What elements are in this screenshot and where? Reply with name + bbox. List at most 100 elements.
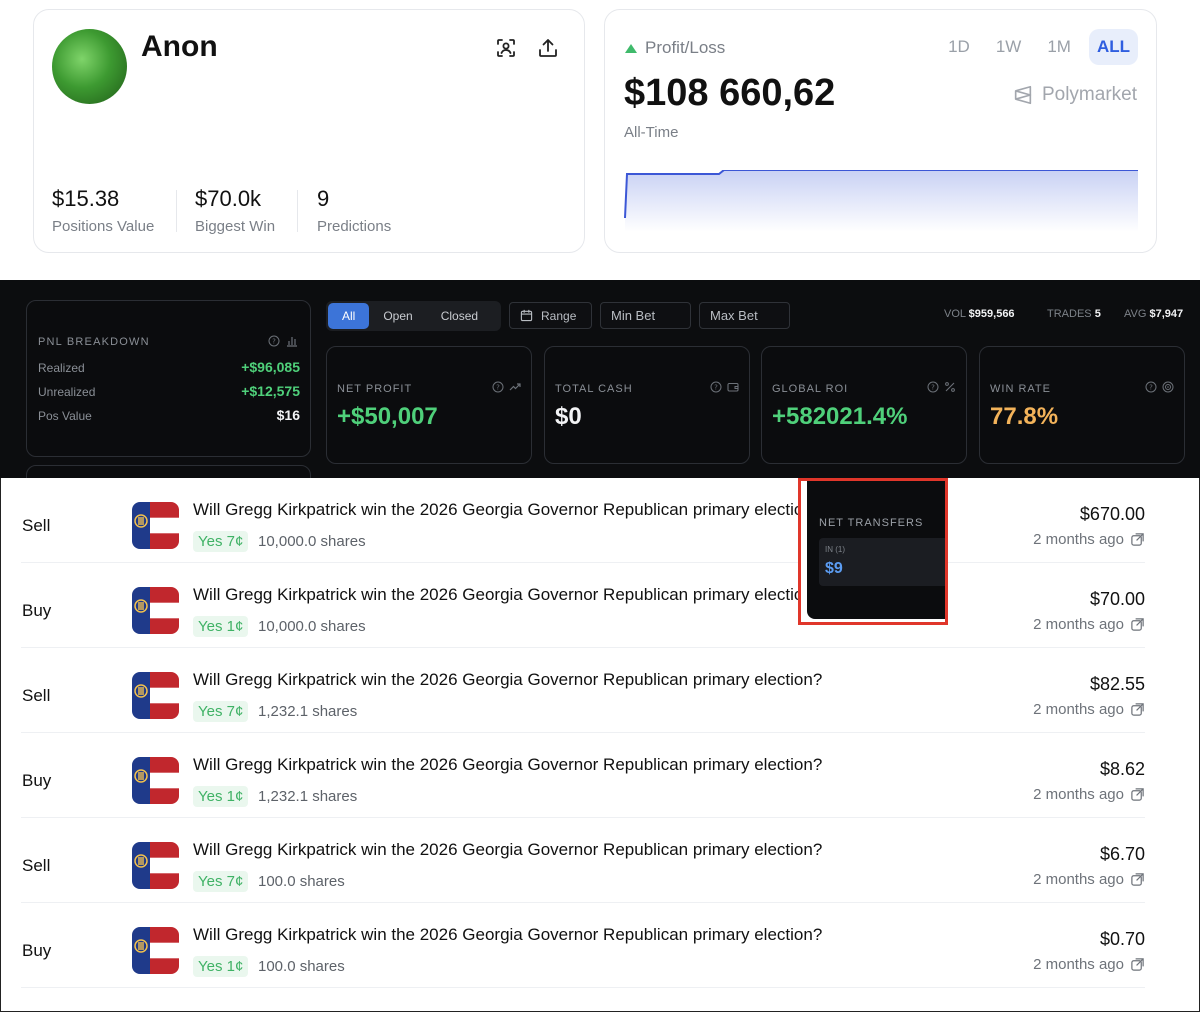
calendar-icon (520, 309, 533, 322)
scan-icon[interactable] (494, 36, 518, 60)
polymarket-logo-icon (1014, 85, 1032, 105)
stat-predictions: 9 Predictions (317, 186, 391, 235)
metric-global-roi: GLOBAL ROI ? +582021.4% (761, 346, 967, 464)
filter-closed-button[interactable]: Closed (427, 303, 492, 329)
trade-amount: $0.70 (1099, 929, 1145, 949)
brand-label: Polymarket (1041, 84, 1137, 105)
transfers-in-label: IN (1) (825, 545, 845, 554)
outcome-badge: Yes 1¢ (193, 956, 249, 977)
range-button[interactable]: Range (509, 302, 592, 329)
range-label: Range (541, 308, 577, 323)
net-transfers-in: IN (1) $9 (819, 538, 945, 586)
row-value: +$96,085 (241, 359, 300, 375)
metric-net-profit: NET PROFIT ? +$50,007 (326, 346, 532, 464)
trade-time: 2 months ago (1033, 616, 1145, 633)
outcome-badge: Yes 7¢ (193, 701, 249, 722)
max-bet-input[interactable]: Max Bet (699, 302, 790, 329)
filter-all-button[interactable]: All (328, 303, 370, 329)
metric-total-cash: TOTAL CASH ? $0 (544, 346, 750, 464)
dashboard-panel: PNL BREAKDOWN ? Realized +$96,085 Unreal… (0, 280, 1200, 478)
sparkline-area (625, 170, 1138, 232)
metric-icons: ? (927, 381, 956, 393)
pnl-value: $108 660,62 (624, 72, 836, 114)
time-label: 2 months ago (1033, 786, 1124, 803)
external-link-icon[interactable] (1130, 787, 1145, 802)
avatar (52, 29, 127, 104)
trades-label: TRADES (1047, 308, 1092, 320)
time-label: 2 months ago (1033, 701, 1124, 718)
market-question-link[interactable]: Will Gregg Kirkpatrick win the 2026 Geor… (193, 500, 822, 520)
avg-value: $7,947 (1149, 308, 1184, 320)
trade-side: Sell (22, 516, 51, 535)
external-link-icon[interactable] (1130, 702, 1145, 717)
row-label: Realized (38, 361, 85, 375)
tab-1w[interactable]: 1W (988, 29, 1030, 65)
row-label: Unrealized (38, 385, 96, 399)
tab-all[interactable]: ALL (1088, 29, 1138, 65)
market-question-link[interactable]: Will Gregg Kirkpatrick win the 2026 Geor… (193, 585, 822, 605)
range-tabs: 1D 1W 1M ALL (940, 29, 1138, 65)
bar-chart-icon[interactable] (286, 335, 298, 347)
help-icon[interactable]: ? (1145, 381, 1157, 393)
trade-shares: 10,000.0 shares (258, 618, 366, 635)
metric-win-rate: WIN RATE ? 77.8% (979, 346, 1185, 464)
help-icon[interactable]: ? (710, 381, 722, 393)
min-bet-input[interactable]: Min Bet (600, 302, 691, 329)
metric-title: NET PROFIT (337, 383, 413, 395)
trade-side: Buy (22, 941, 52, 960)
trade-time: 2 months ago (1033, 786, 1145, 803)
trade-shares: 10,000.0 shares (258, 533, 366, 550)
help-icon[interactable]: ? (492, 381, 504, 393)
market-question-link[interactable]: Will Gregg Kirkpatrick win the 2026 Geor… (193, 755, 822, 775)
trade-side: Sell (22, 686, 51, 705)
external-link-icon[interactable] (1130, 872, 1145, 887)
breakdown-title: PNL BREAKDOWN (38, 336, 150, 348)
trade-side: Sell (22, 856, 51, 875)
avg-label: AVG (1124, 308, 1147, 320)
trade-row[interactable]: Sell Will Gregg Kirkpatrick win the 2026… (1, 648, 1199, 733)
outcome-badge: Yes 7¢ (193, 531, 249, 552)
trade-row[interactable]: Buy Will Gregg Kirkpatrick win the 2026 … (1, 903, 1199, 988)
help-icon[interactable]: ? (268, 335, 280, 347)
time-label: 2 months ago (1033, 616, 1124, 633)
market-question-link[interactable]: Will Gregg Kirkpatrick win the 2026 Geor… (193, 670, 822, 690)
georgia-flag-icon (132, 757, 179, 804)
market-question-link[interactable]: Will Gregg Kirkpatrick win the 2026 Geor… (193, 925, 822, 945)
tab-1d[interactable]: 1D (940, 29, 978, 65)
trade-row[interactable]: Sell Will Gregg Kirkpatrick win the 2026… (1, 818, 1199, 903)
trade-time: 2 months ago (1033, 956, 1145, 973)
row-label: Pos Value (38, 409, 92, 423)
stat-positions-value: $15.38 Positions Value (52, 186, 154, 235)
breakdown-icons: ? (268, 335, 298, 347)
trade-shares: 100.0 shares (258, 873, 345, 890)
pnl-header-label: Profit/Loss (645, 38, 726, 57)
target-icon (1162, 381, 1174, 393)
external-link-icon[interactable] (1130, 532, 1145, 547)
external-link-icon[interactable] (1130, 957, 1145, 972)
metric-icons: ? (492, 381, 521, 393)
profile-card: Anon $15.38 Positions Value $70.0k Bigge… (33, 9, 585, 253)
help-icon[interactable]: ? (927, 381, 939, 393)
georgia-flag-icon (132, 587, 179, 634)
tab-1m[interactable]: 1M (1039, 29, 1079, 65)
time-label: 2 months ago (1033, 956, 1124, 973)
trade-amount: $70.00 (1089, 589, 1145, 609)
filter-open-button[interactable]: Open (369, 303, 426, 329)
net-transfers-card: NET TRANSFERS IN (1) $9 (807, 481, 945, 619)
breakdown-row-unrealized: Unrealized +$12,575 (38, 383, 300, 399)
stat-value: $15.38 (52, 186, 120, 211)
share-icon[interactable] (536, 36, 560, 60)
divider (297, 190, 298, 232)
georgia-flag-icon (132, 842, 179, 889)
stat-value: 9 (317, 186, 330, 211)
trade-time: 2 months ago (1033, 871, 1145, 888)
trade-row[interactable]: Sell Will Gregg Kirkpatrick win the 2026… (1, 478, 1199, 563)
market-question-link[interactable]: Will Gregg Kirkpatrick win the 2026 Geor… (193, 840, 822, 860)
trade-row[interactable]: Buy Will Gregg Kirkpatrick win the 2026 … (1, 563, 1199, 648)
breakdown-row-pos-value: Pos Value $16 (38, 407, 300, 423)
trade-row[interactable]: Buy Will Gregg Kirkpatrick win the 2026 … (1, 733, 1199, 818)
external-link-icon[interactable] (1130, 617, 1145, 632)
stat-value: $70.0k (195, 186, 262, 211)
svg-text:?: ? (272, 338, 276, 346)
stat-label: Biggest Win (195, 218, 276, 235)
